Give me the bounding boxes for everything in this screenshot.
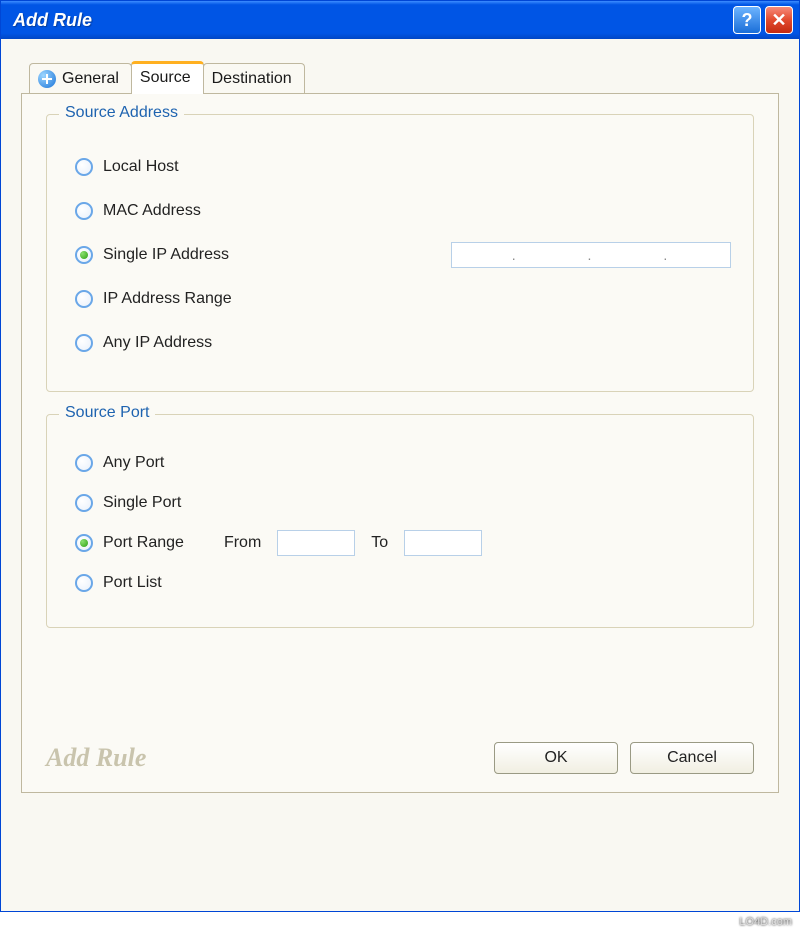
dialog-footer: Add Rule OK Cancel [46,742,754,774]
radio-label: Port List [103,574,162,592]
page-watermark: LO4D.com [739,916,792,928]
port-to-input[interactable] [404,530,482,556]
radio-row-local-host: Local Host [75,153,731,181]
radio-label: Port Range [103,534,184,552]
tab-panel: Source Address Local Host MAC Address Si… [21,93,779,793]
help-icon: ? [742,10,753,31]
tab-destination[interactable]: Destination [203,63,305,93]
button-label: Cancel [667,749,717,767]
help-button[interactable]: ? [733,6,761,34]
radio-any-port[interactable] [75,454,93,472]
radio-row-single-ip: Single IP Address [75,241,731,269]
button-label: OK [544,749,567,767]
tab-strip: General Source Destination [29,57,779,93]
radio-row-single-port: Single Port [75,489,731,517]
radio-label: Any IP Address [103,334,212,352]
cancel-button[interactable]: Cancel [630,742,754,774]
window-title: Add Rule [13,10,729,31]
radio-row-mac-address: MAC Address [75,197,731,225]
radio-any-ip[interactable] [75,334,93,352]
radio-single-ip[interactable] [75,246,93,264]
to-label: To [371,534,388,552]
tab-source[interactable]: Source [131,61,204,94]
radio-row-ip-range: IP Address Range [75,285,731,313]
tab-label: Destination [212,70,292,88]
radio-port-list[interactable] [75,574,93,592]
tab-label: General [62,70,119,88]
radio-label: MAC Address [103,202,201,220]
tab-label: Source [140,69,191,87]
titlebar: Add Rule ? ✕ [1,1,799,39]
close-icon: ✕ [771,10,786,31]
radio-row-port-list: Port List [75,569,731,597]
port-range-fields: From To [224,530,482,556]
radio-label: IP Address Range [103,290,232,308]
port-from-input[interactable] [277,530,355,556]
radio-label: Single Port [103,494,181,512]
tab-general[interactable]: General [29,63,132,93]
radio-label: Single IP Address [103,246,229,264]
radio-row-any-port: Any Port [75,449,731,477]
dialog-window: Add Rule ? ✕ General Source Destination … [0,0,800,912]
radio-label: Any Port [103,454,164,472]
ok-button[interactable]: OK [494,742,618,774]
radio-label: Local Host [103,158,179,176]
from-label: From [224,534,261,552]
dialog-body: General Source Destination Source Addres… [1,39,799,911]
group-source-port: Source Port Any Port Single Port Port Ra… [46,414,754,628]
close-button[interactable]: ✕ [765,6,793,34]
radio-local-host[interactable] [75,158,93,176]
radio-mac-address[interactable] [75,202,93,220]
plus-icon [38,70,56,88]
footer-watermark: Add Rule [46,743,146,773]
group-source-address: Source Address Local Host MAC Address Si… [46,114,754,392]
group-legend: Source Port [59,404,155,422]
group-legend: Source Address [59,104,184,122]
radio-row-any-ip: Any IP Address [75,329,731,357]
radio-row-port-range: Port Range From To [75,529,731,557]
radio-ip-range[interactable] [75,290,93,308]
radio-port-range[interactable] [75,534,93,552]
radio-single-port[interactable] [75,494,93,512]
ip-address-input[interactable] [451,242,731,268]
